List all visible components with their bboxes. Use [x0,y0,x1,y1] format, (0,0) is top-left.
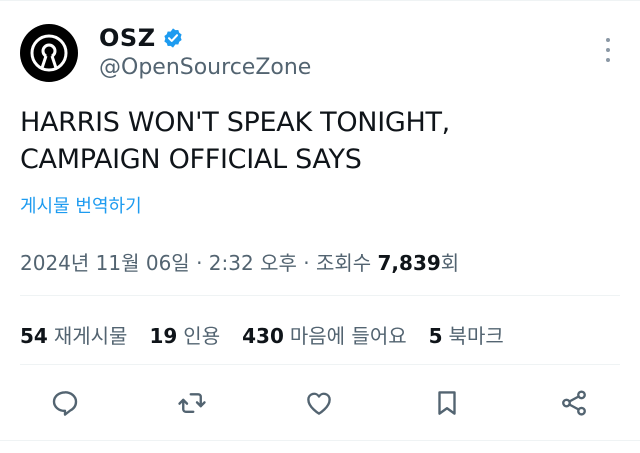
share-button[interactable] [552,381,596,425]
translate-post-link[interactable]: 게시물 번역하기 [20,192,142,218]
repost-button[interactable] [170,381,214,425]
quotes-label: 인용 [183,324,221,348]
meta-separator: · [189,251,209,275]
views-label: 조회수 [315,251,378,275]
bookmarks-label: 북마크 [448,324,504,348]
views-count: 7,839 [377,251,441,275]
bookmarks-count: 5 [428,324,443,348]
divider [20,295,620,296]
engagement-stats: 54 재게시물 19 인용 430 마음에 들어요 5 북마크 [20,320,526,349]
reply-icon [52,391,78,416]
bookmark-button[interactable] [425,381,469,425]
likes-label: 마음에 들어요 [289,324,407,348]
verified-badge-icon [163,28,182,48]
more-vertical-icon [606,38,610,42]
more-options-button[interactable] [598,38,618,62]
like-button[interactable] [297,381,341,425]
likes-stat[interactable]: 430 마음에 들어요 [242,320,407,349]
repost-icon [178,393,206,413]
author-handle[interactable]: @OpenSourceZone [99,55,311,80]
tweet-text: HARRIS WON'T SPEAK TONIGHT, CAMPAIGN OFF… [20,107,450,175]
tweet-metadata: 2024년 11월 06일 · 2:32 오후 · 조회수 7,839회 [20,247,459,276]
bottom-divider [0,440,640,441]
open-source-logo-icon [23,27,75,79]
reposts-label: 재게시물 [53,324,128,348]
bookmark-icon [438,391,456,415]
reposts-stat[interactable]: 54 재게시물 [20,320,127,349]
avatar[interactable] [20,24,78,82]
top-divider [0,0,640,1]
likes-count: 430 [242,324,284,348]
reply-button[interactable] [43,381,87,425]
action-bar [0,381,640,425]
post-date[interactable]: 2024년 11월 06일 [20,251,190,275]
quotes-count: 19 [149,324,178,348]
author-name-row[interactable]: OSZ [99,24,184,52]
divider [20,364,620,365]
display-name[interactable]: OSZ [99,24,156,52]
reposts-count: 54 [20,324,48,348]
heart-icon [307,392,331,415]
post-time[interactable]: 2:32 오후 [209,251,297,275]
views-suffix: 회 [440,251,460,275]
quotes-stat[interactable]: 19 인용 [149,320,220,349]
meta-separator: · [296,251,316,275]
bookmarks-stat[interactable]: 5 북마크 [429,320,504,349]
share-icon [562,390,586,416]
